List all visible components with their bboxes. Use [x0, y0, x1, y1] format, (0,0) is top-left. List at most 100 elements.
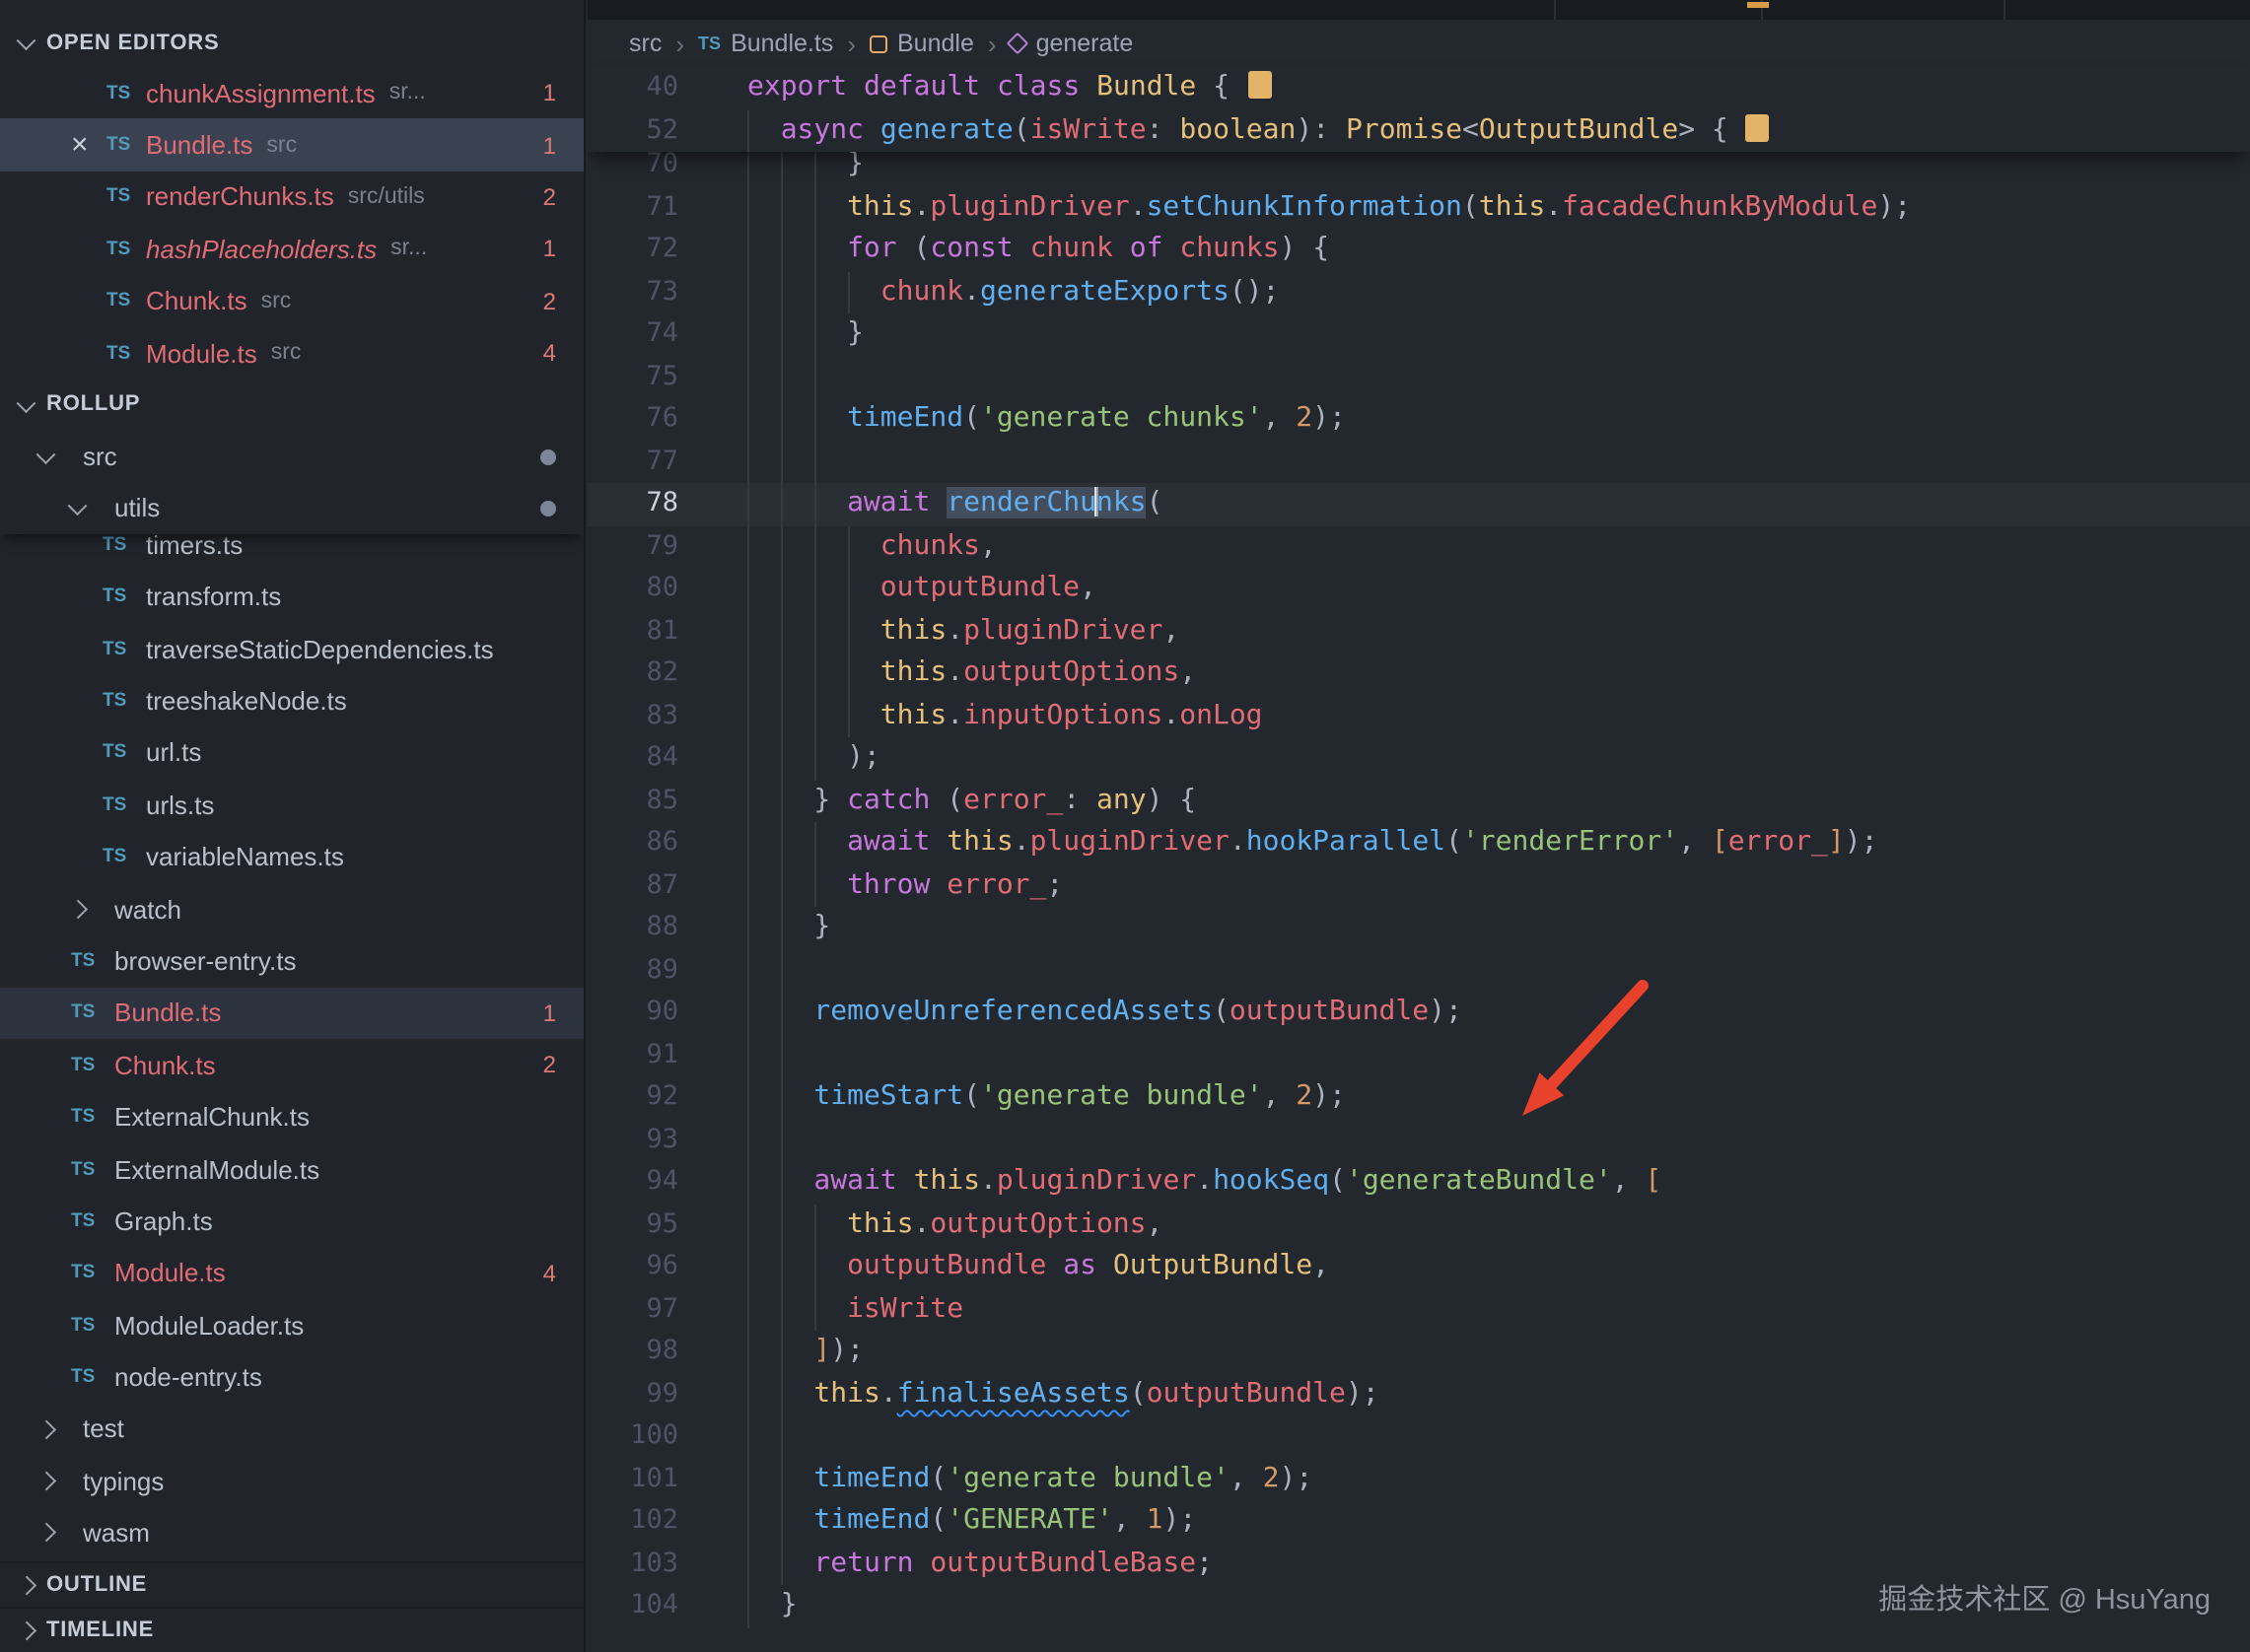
tree-item[interactable]: TSModule.ts4: [0, 1247, 584, 1299]
sticky-code-line[interactable]: 40export default class Bundle {: [588, 67, 2250, 109]
code-line[interactable]: 97isWrite: [588, 1288, 2250, 1331]
breadcrumb-item-bundle-ts[interactable]: TSBundle.ts: [698, 30, 833, 57]
line-number[interactable]: 102: [588, 1500, 678, 1543]
line-number[interactable]: 79: [588, 525, 678, 568]
code-line[interactable]: 98]);: [588, 1331, 2250, 1373]
line-number[interactable]: 97: [588, 1288, 678, 1331]
line-number[interactable]: 100: [588, 1415, 678, 1458]
line-number[interactable]: 76: [588, 398, 678, 441]
line-number[interactable]: 77: [588, 441, 678, 483]
code-line[interactable]: 86await this.pluginDriver.hookParallel('…: [588, 822, 2250, 864]
code-line[interactable]: 80outputBundle,: [588, 568, 2250, 610]
line-number[interactable]: 85: [588, 780, 678, 822]
breadcrumb-item-bundle[interactable]: Bundle: [870, 30, 974, 57]
line-number[interactable]: 94: [588, 1161, 678, 1204]
close-icon[interactable]: ×: [71, 130, 106, 160]
line-number[interactable]: 72: [588, 229, 678, 271]
code-line[interactable]: 76timeEnd('generate chunks', 2);: [588, 398, 2250, 441]
tree-item[interactable]: typings: [0, 1455, 584, 1507]
tree-item[interactable]: watch: [0, 883, 584, 935]
tree-item[interactable]: test: [0, 1404, 584, 1456]
tree-item[interactable]: TSModuleLoader.ts: [0, 1299, 584, 1351]
tree-item[interactable]: TSbrowser-entry.ts: [0, 935, 584, 988]
code-line[interactable]: 73chunk.generateExports();: [588, 271, 2250, 313]
line-number[interactable]: 95: [588, 1204, 678, 1246]
tree-item[interactable]: TSBundle.ts1: [0, 987, 584, 1039]
tree-item[interactable]: TSnode-entry.ts: [0, 1351, 584, 1404]
code-line[interactable]: 75: [588, 356, 2250, 398]
line-number[interactable]: 86: [588, 822, 678, 864]
tree-item[interactable]: src: [0, 431, 584, 483]
code-line[interactable]: 83this.inputOptions.onLog: [588, 695, 2250, 737]
code-line[interactable]: 93: [588, 1119, 2250, 1161]
line-number[interactable]: 84: [588, 737, 678, 780]
code-line[interactable]: 100: [588, 1415, 2250, 1458]
line-number[interactable]: 93: [588, 1119, 678, 1161]
line-number[interactable]: 98: [588, 1331, 678, 1373]
line-number[interactable]: 71: [588, 186, 678, 229]
line-number[interactable]: 52: [588, 109, 678, 152]
open-editors-header[interactable]: OPEN EDITORS: [0, 0, 584, 67]
code-line[interactable]: 96outputBundle as OutputBundle,: [588, 1246, 2250, 1288]
tree-item[interactable]: TStreeshakeNode.ts: [0, 675, 584, 727]
code-line[interactable]: 81this.pluginDriver,: [588, 610, 2250, 653]
timeline-header[interactable]: TIMELINE: [0, 1607, 584, 1652]
tree-item[interactable]: TStraverseStaticDependencies.ts: [0, 623, 584, 675]
code-line[interactable]: 74}: [588, 313, 2250, 356]
code-line[interactable]: 79chunks,: [588, 525, 2250, 568]
code-line[interactable]: 72for (const chunk of chunks) {: [588, 229, 2250, 271]
open-editor-item[interactable]: TShashPlaceholders.tssr...1: [0, 223, 584, 275]
line-number[interactable]: 74: [588, 313, 678, 356]
tree-item[interactable]: TSurls.ts: [0, 779, 584, 831]
breadcrumb-item-generate[interactable]: generate: [1011, 30, 1134, 57]
tree-item[interactable]: TSChunk.ts2: [0, 1039, 584, 1091]
code-line[interactable]: 99this.finaliseAssets(outputBundle);: [588, 1373, 2250, 1415]
code-line[interactable]: 92timeStart('generate bundle', 2);: [588, 1076, 2250, 1119]
tree-item[interactable]: TSExternalModule.ts: [0, 1143, 584, 1196]
line-number[interactable]: 96: [588, 1246, 678, 1288]
line-number[interactable]: 90: [588, 992, 678, 1034]
code-line[interactable]: 77: [588, 441, 2250, 483]
tree-item[interactable]: TSGraph.ts: [0, 1195, 584, 1247]
breadcrumb-item-src[interactable]: src: [629, 30, 662, 57]
code-line[interactable]: 91: [588, 1034, 2250, 1076]
code-line[interactable]: 82this.outputOptions,: [588, 653, 2250, 695]
line-number[interactable]: 78: [588, 483, 678, 525]
code-line[interactable]: 84);: [588, 737, 2250, 780]
code-line[interactable]: 101timeEnd('generate bundle', 2);: [588, 1458, 2250, 1500]
open-editor-item[interactable]: ×TSBundle.tssrc1: [0, 119, 584, 172]
line-number[interactable]: 92: [588, 1076, 678, 1119]
code-line[interactable]: 103return outputBundleBase;: [588, 1543, 2250, 1585]
line-number[interactable]: 99: [588, 1373, 678, 1415]
tree-item[interactable]: TSurl.ts: [0, 726, 584, 779]
tree-item[interactable]: utils: [0, 482, 584, 534]
tree-item[interactable]: TStransform.ts: [0, 571, 584, 623]
line-number[interactable]: 73: [588, 271, 678, 313]
line-number[interactable]: 101: [588, 1458, 678, 1500]
code-line[interactable]: 94await this.pluginDriver.hookSeq('gener…: [588, 1161, 2250, 1204]
tree-item[interactable]: TSvariableNames.ts: [0, 831, 584, 883]
line-number[interactable]: 104: [588, 1585, 678, 1627]
code-line[interactable]: 89: [588, 949, 2250, 992]
explorer-header[interactable]: ROLLUP: [0, 379, 584, 431]
line-number[interactable]: 75: [588, 356, 678, 398]
line-number[interactable]: 103: [588, 1543, 678, 1585]
open-editor-item[interactable]: TSchunkAssignment.tssr...1: [0, 67, 584, 119]
code-line[interactable]: 85} catch (error_: any) {: [588, 780, 2250, 822]
code-line[interactable]: 78await renderChunks(: [588, 483, 2250, 525]
line-number[interactable]: 81: [588, 610, 678, 653]
sticky-code-line[interactable]: 52async generate(isWrite: boolean): Prom…: [588, 109, 2250, 152]
tree-item[interactable]: TSExternalChunk.ts: [0, 1091, 584, 1143]
open-editor-item[interactable]: TSChunk.tssrc2: [0, 275, 584, 327]
code-line[interactable]: 71this.pluginDriver.setChunkInformation(…: [588, 186, 2250, 229]
line-number[interactable]: 89: [588, 949, 678, 992]
line-number[interactable]: 91: [588, 1034, 678, 1076]
code-line[interactable]: 90removeUnreferencedAssets(outputBundle)…: [588, 992, 2250, 1034]
outline-header[interactable]: OUTLINE: [0, 1561, 584, 1607]
line-number[interactable]: 83: [588, 695, 678, 737]
code-line[interactable]: 104}: [588, 1585, 2250, 1627]
line-number[interactable]: 87: [588, 864, 678, 907]
code-line[interactable]: 102timeEnd('GENERATE', 1);: [588, 1500, 2250, 1543]
code-line[interactable]: 95this.outputOptions,: [588, 1204, 2250, 1246]
line-number[interactable]: 82: [588, 653, 678, 695]
